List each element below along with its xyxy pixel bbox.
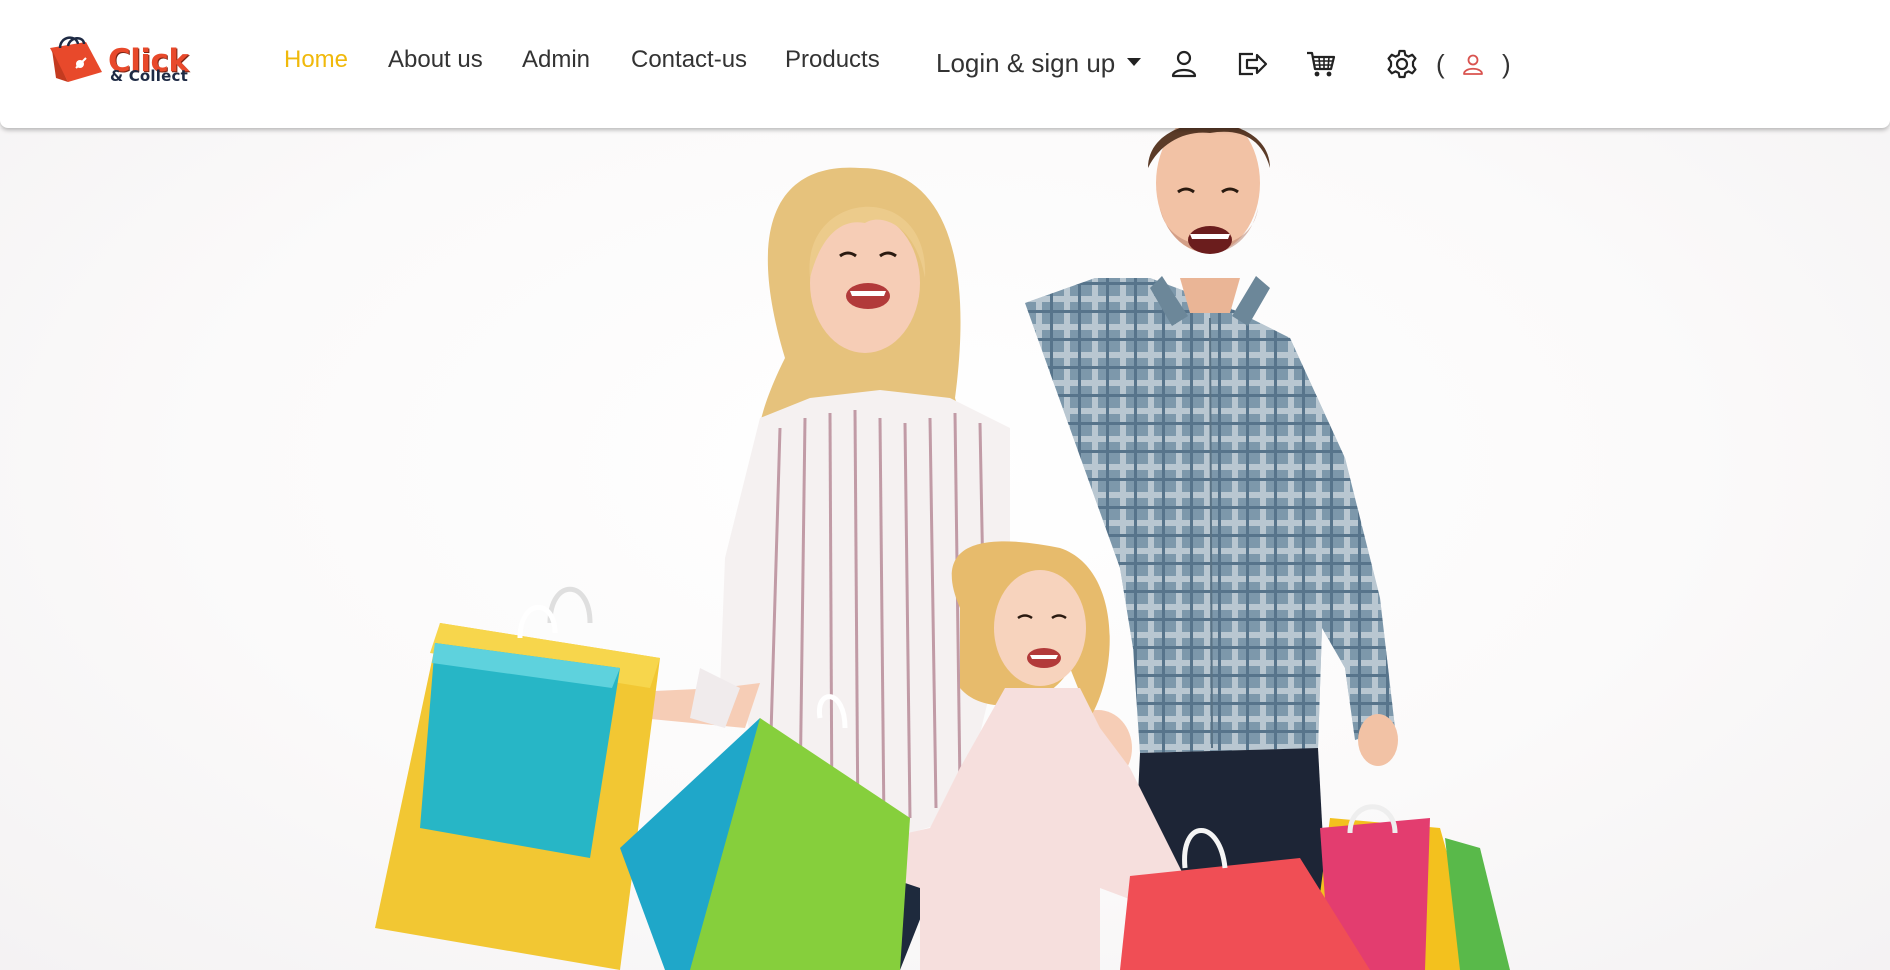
nav-products[interactable]: Products bbox=[785, 46, 880, 74]
brand-line-2: & Collect bbox=[110, 67, 188, 85]
user-icon[interactable] bbox=[1168, 48, 1200, 80]
status-paren-open: ( bbox=[1436, 49, 1445, 79]
nav-home[interactable]: Home bbox=[284, 46, 348, 74]
caret-down-icon bbox=[1127, 58, 1142, 67]
gear-icon[interactable] bbox=[1386, 48, 1418, 80]
cart-icon[interactable] bbox=[1305, 48, 1337, 80]
nav-admin[interactable]: Admin bbox=[522, 46, 590, 74]
shopping-bag-logo-icon bbox=[50, 36, 102, 82]
family-shopping-illustration bbox=[375, 128, 1510, 970]
logout-icon[interactable] bbox=[1235, 48, 1268, 80]
navbar: Click & Collect Home About us Admin Cont… bbox=[0, 0, 1890, 128]
nav-about-us[interactable]: About us bbox=[388, 46, 483, 74]
status-paren-close: ) bbox=[1502, 49, 1511, 79]
hero-image bbox=[0, 128, 1890, 970]
login-signup-dropdown[interactable]: Login & sign up bbox=[936, 48, 1142, 79]
shopping-bags-left bbox=[375, 586, 660, 970]
user-status-icon[interactable] bbox=[1460, 52, 1486, 78]
login-signup-label: Login & sign up bbox=[936, 48, 1116, 78]
nav-contact-us[interactable]: Contact-us bbox=[631, 46, 747, 74]
brand-logo[interactable]: Click & Collect bbox=[46, 34, 211, 86]
